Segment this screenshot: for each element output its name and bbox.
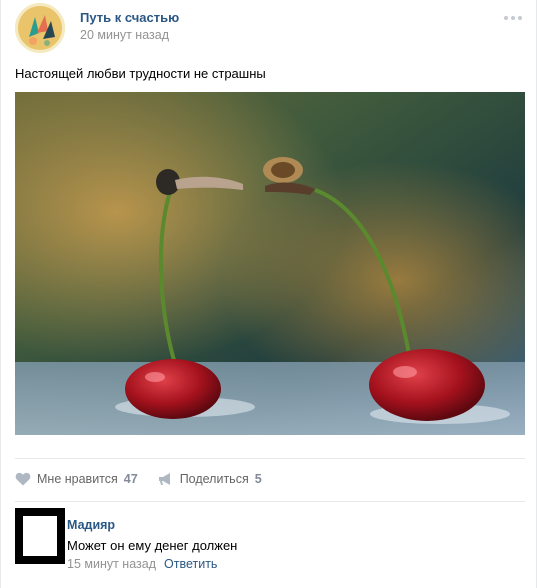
like-label: Мне нравится bbox=[37, 472, 118, 486]
more-dots-icon[interactable] bbox=[504, 16, 522, 20]
post-text: Настоящей любви трудности не страшны bbox=[15, 66, 266, 81]
like-count: 47 bbox=[123, 472, 138, 486]
post-photo[interactable] bbox=[15, 92, 525, 435]
share-label: Поделиться bbox=[179, 472, 249, 486]
community-avatar[interactable] bbox=[15, 3, 65, 53]
wall-post: Путь к счастью 20 минут назад Настоящей … bbox=[0, 0, 537, 588]
heart-icon bbox=[15, 472, 31, 486]
comment-text: Может он ему денег должен bbox=[67, 538, 238, 553]
share-count: 5 bbox=[254, 472, 262, 486]
reply-link[interactable]: Ответить bbox=[164, 557, 217, 571]
actions-divider bbox=[15, 458, 525, 459]
comment-meta: 15 минут назад Ответить bbox=[67, 557, 217, 571]
comments-divider bbox=[15, 501, 525, 502]
comment-author[interactable]: Мадияр bbox=[67, 518, 115, 532]
post-time[interactable]: 20 минут назад bbox=[80, 28, 169, 42]
megaphone-icon bbox=[158, 473, 170, 485]
like-button[interactable]: Мне нравится 47 bbox=[15, 472, 138, 486]
commenter-avatar[interactable] bbox=[15, 508, 65, 564]
comment-time[interactable]: 15 минут назад bbox=[67, 557, 156, 571]
post-actions: Мне нравится 47 Поделиться 5 bbox=[15, 472, 282, 486]
post-author[interactable]: Путь к счастью bbox=[80, 10, 179, 25]
share-button[interactable]: Поделиться 5 bbox=[158, 472, 262, 486]
